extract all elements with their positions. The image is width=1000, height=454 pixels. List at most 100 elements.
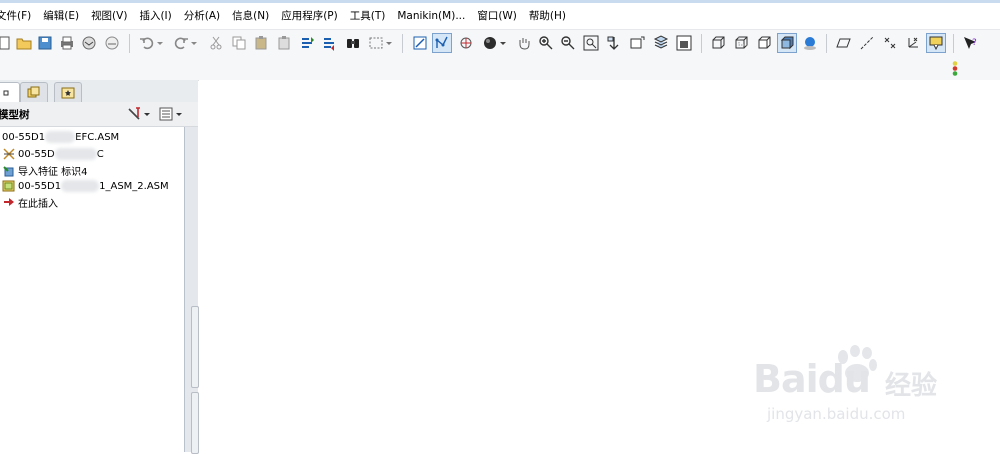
pan-hand-icon[interactable]	[514, 33, 534, 53]
select-dropdown-icon[interactable]	[384, 33, 394, 53]
menu-analysis[interactable]: 分析(A)	[178, 6, 226, 26]
send-link-icon[interactable]	[102, 33, 122, 53]
tree-node-label: C	[96, 148, 104, 160]
menu-window[interactable]: 窗口(W)	[471, 6, 523, 26]
open-folder-icon[interactable]	[14, 33, 34, 53]
menu-manikin[interactable]: Manikin(M)...	[391, 6, 471, 26]
import-feature-icon	[2, 163, 16, 177]
spin-center-icon[interactable]	[456, 33, 476, 53]
print-icon[interactable]	[57, 33, 77, 53]
redacted-text	[61, 180, 100, 192]
watermark-url: jingyan.baidu.com	[767, 405, 906, 423]
sketch-icon[interactable]	[410, 33, 430, 53]
watermark-cn: 经验	[885, 371, 938, 401]
cut-icon[interactable]	[206, 33, 226, 53]
model-tree-title: 模型树	[0, 109, 30, 121]
tree-node-root-assembly[interactable]: 00-55D1 EFC.ASM	[2, 129, 119, 145]
save-icon[interactable]	[35, 33, 55, 53]
tree-node-label: EFC.ASM	[75, 131, 120, 143]
model-tree-header: 模型树	[0, 102, 198, 127]
coordinate-systems-icon[interactable]	[903, 33, 923, 53]
watermark-brand: Baidu	[753, 357, 871, 401]
menu-help[interactable]: 帮助(H)	[523, 6, 572, 26]
tab-model-tree[interactable]	[0, 82, 20, 102]
tree-node-label: 导入特征 标识4	[18, 166, 88, 178]
main-toolbar: ?	[0, 29, 1000, 58]
menu-file[interactable]: 文件(F)	[0, 6, 37, 26]
datum-csys-icon	[2, 147, 16, 161]
refit-icon[interactable]	[581, 33, 601, 53]
toolbar-separator	[953, 34, 954, 53]
status-light-icon[interactable]	[945, 58, 965, 78]
tree-node-insert-here[interactable]: 在此插入	[2, 194, 58, 210]
settings-tools-icon[interactable]	[126, 104, 142, 124]
datum-points-icon[interactable]	[880, 33, 900, 53]
menu-insert[interactable]: 插入(I)	[133, 6, 177, 26]
svg-text:?: ?	[972, 38, 977, 48]
paste-special-icon[interactable]	[274, 33, 294, 53]
paste-icon[interactable]	[251, 33, 271, 53]
redo-dropdown-icon[interactable]	[189, 33, 199, 53]
toolbar-separator	[826, 34, 827, 53]
tree-node-label: 00-55D1	[2, 131, 46, 143]
view-manager-icon[interactable]	[674, 33, 694, 53]
wireframe-icon[interactable]	[708, 33, 728, 53]
toolbar-separator	[402, 34, 403, 53]
tab-favorites[interactable]	[54, 82, 82, 102]
shading-sphere-icon[interactable]	[480, 33, 500, 53]
show-list-icon[interactable]	[158, 104, 174, 124]
regen-manager-icon[interactable]	[319, 33, 339, 53]
copy-icon[interactable]	[229, 33, 249, 53]
menu-view[interactable]: 视图(V)	[85, 6, 133, 26]
new-file-icon[interactable]	[0, 33, 14, 53]
tab-folder-browser[interactable]	[20, 82, 48, 102]
navigator-tabs	[0, 80, 198, 102]
datum-axes-icon[interactable]	[857, 33, 877, 53]
undo-dropdown-icon[interactable]	[155, 33, 165, 53]
regenerate-icon[interactable]	[297, 33, 317, 53]
tree-node-label: 在此插入	[18, 198, 58, 210]
zoom-in-icon[interactable]	[536, 33, 556, 53]
toolbar-separator	[701, 34, 702, 53]
show-dropdown-icon[interactable]	[174, 104, 184, 124]
shading-icon[interactable]	[777, 33, 797, 53]
menu-info[interactable]: 信息(N)	[226, 6, 275, 26]
subassembly-icon	[2, 179, 16, 193]
watermark: Baidu 经验 jingyan.baidu.com	[745, 345, 975, 440]
toolbar-separator	[129, 34, 130, 53]
menu-edit[interactable]: 编辑(E)	[37, 6, 85, 26]
secondary-toolbar	[0, 57, 1000, 81]
send-mail-icon[interactable]	[79, 33, 99, 53]
no-hidden-icon[interactable]	[754, 33, 774, 53]
settings-dropdown-icon[interactable]	[142, 104, 152, 124]
navigator-splitter-handle[interactable]	[191, 306, 199, 388]
datum-planes-icon[interactable]	[834, 33, 854, 53]
tree-node-label: 00-55D1	[18, 180, 62, 192]
tree-node-subassembly[interactable]: 00-55D1 1_ASM_2.ASM	[2, 178, 169, 194]
tree-node-label: 1_ASM_2.ASM	[99, 180, 169, 192]
menu-tools[interactable]: 工具(T)	[344, 6, 392, 26]
context-help-icon[interactable]: ?	[960, 33, 980, 53]
find-icon[interactable]	[343, 33, 363, 53]
annotation-display-icon[interactable]	[926, 33, 946, 53]
reorient-icon[interactable]	[604, 33, 624, 53]
menu-bar: 文件(F) 编辑(E) 视图(V) 插入(I) 分析(A) 信息(N) 应用程序…	[0, 3, 1000, 29]
undo-icon[interactable]	[137, 33, 157, 53]
zoom-out-icon[interactable]	[558, 33, 578, 53]
hidden-line-icon[interactable]	[731, 33, 751, 53]
insert-here-arrow-icon	[2, 195, 16, 209]
layers-icon[interactable]	[651, 33, 671, 53]
menu-applications[interactable]: 应用程序(P)	[275, 6, 344, 26]
saved-views-icon[interactable]	[627, 33, 647, 53]
tree-node-import-feature[interactable]: 导入特征 标识4	[2, 162, 88, 178]
navigator-splitter-handle[interactable]	[191, 392, 199, 454]
select-box-icon[interactable]	[366, 33, 386, 53]
tree-node-csys[interactable]: 00-55D C	[2, 146, 104, 162]
tree-node-label: 00-55D	[18, 148, 55, 160]
enhanced-realism-icon[interactable]	[800, 33, 820, 53]
redacted-text	[54, 148, 97, 160]
shading-dropdown-icon[interactable]	[498, 33, 508, 53]
model-tree: 00-55D1 EFC.ASM 00-55D C 导入特征 标识4 00-55D1 1…	[0, 127, 185, 452]
datum-display-icon[interactable]	[432, 33, 452, 53]
redo-icon[interactable]	[171, 33, 191, 53]
